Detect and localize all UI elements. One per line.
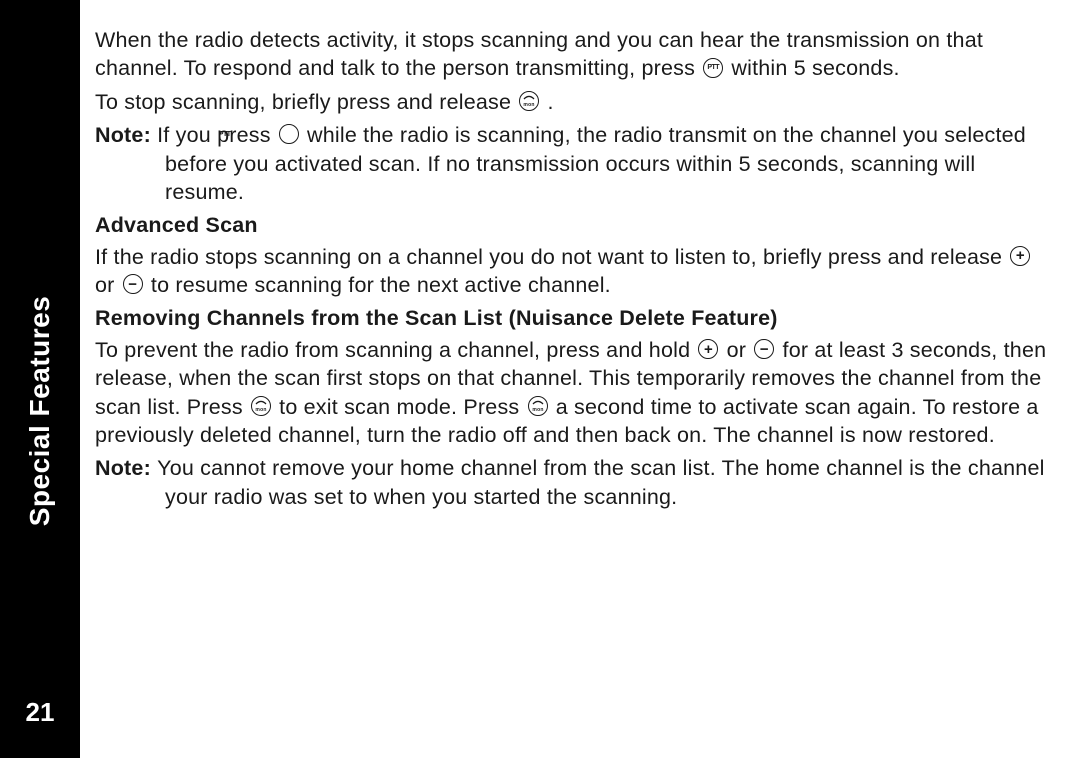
advanced-scan-heading: Advanced Scan — [95, 211, 1050, 239]
nuisance-delete-paragraph: To prevent the radio from scanning a cha… — [95, 336, 1050, 450]
svg-text:mon: mon — [524, 102, 535, 108]
text: or — [95, 273, 121, 297]
note-label: Note: — [95, 123, 157, 147]
text: to resume scanning for the next active c… — [151, 273, 611, 297]
scan-activity-paragraph: When the radio detects activity, it stop… — [95, 26, 1050, 83]
sidebar: Special Features 21 — [0, 0, 80, 758]
note-ptt-during-scan: Note: If you press while the radio is sc… — [95, 121, 1050, 206]
text: or — [727, 338, 753, 362]
page-content: When the radio detects activity, it stop… — [95, 26, 1050, 516]
text: To stop scanning, briefly press and rele… — [95, 90, 517, 114]
svg-text:mon: mon — [255, 407, 266, 413]
text: You cannot remove your home channel from… — [157, 456, 1044, 508]
text: If the radio stops scanning on a channel… — [95, 245, 1008, 269]
note-home-channel: Note: You cannot remove your home channe… — [95, 454, 1050, 511]
nuisance-delete-heading: Removing Channels from the Scan List (Nu… — [95, 304, 1050, 332]
text: To prevent the radio from scanning a cha… — [95, 338, 696, 362]
section-title: Special Features — [24, 296, 56, 527]
ptt-icon — [279, 124, 299, 144]
mon-scan-icon: mon — [528, 396, 548, 416]
page-number: 21 — [26, 697, 55, 728]
minus-icon — [123, 274, 143, 294]
mon-scan-icon: mon — [519, 91, 539, 111]
stop-scan-paragraph: To stop scanning, briefly press and rele… — [95, 88, 1050, 116]
ptt-icon — [703, 58, 723, 78]
note-label: Note: — [95, 456, 157, 480]
text: to exit scan mode. Press — [279, 395, 525, 419]
plus-icon — [1010, 246, 1030, 266]
mon-scan-icon: mon — [251, 396, 271, 416]
text: . — [548, 90, 554, 114]
minus-icon — [754, 339, 774, 359]
text: If you press — [157, 123, 277, 147]
advanced-scan-paragraph: If the radio stops scanning on a channel… — [95, 243, 1050, 300]
plus-icon — [698, 339, 718, 359]
text: within 5 seconds. — [731, 56, 899, 80]
svg-text:mon: mon — [532, 407, 543, 413]
